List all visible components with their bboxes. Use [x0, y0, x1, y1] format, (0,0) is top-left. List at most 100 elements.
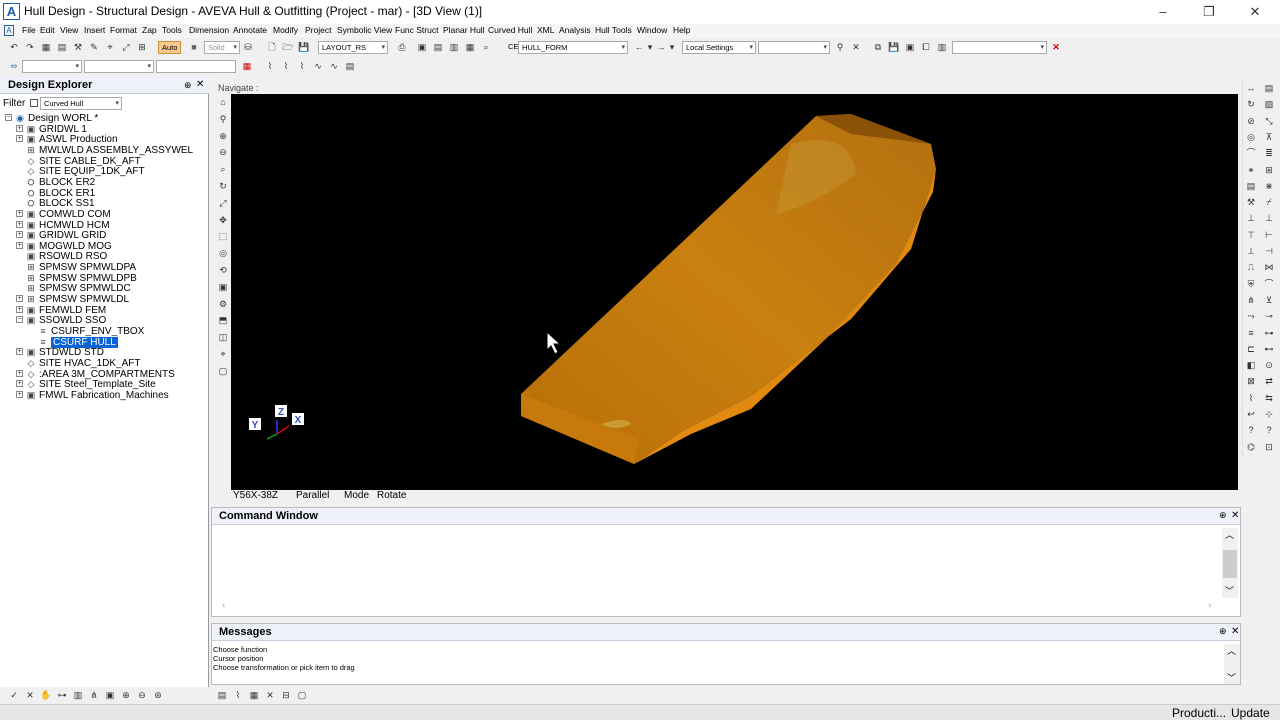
right-tool-b-icon[interactable]: ⋇: [1263, 180, 1275, 192]
bottom-tool-a-icon[interactable]: ⊛: [152, 689, 164, 701]
scroll-thumb[interactable]: [1223, 550, 1237, 578]
pointer-icon[interactable]: ⬄: [8, 60, 20, 72]
right-tool-a-icon[interactable]: ⚒: [1245, 196, 1257, 208]
right-tool-b-icon[interactable]: ⊼: [1263, 131, 1275, 143]
tree-item[interactable]: + ▣ COMWLD COM: [0, 209, 209, 220]
bottom-tool-b-icon[interactable]: ▤: [216, 689, 228, 701]
view-tool-icon[interactable]: ◫: [217, 331, 229, 343]
collapse-icon[interactable]: −: [16, 316, 23, 324]
model-alt-icon[interactable]: ▤: [432, 41, 444, 53]
right-tool-a-icon[interactable]: ⌒: [1245, 147, 1257, 159]
menu-modify[interactable]: Modify: [273, 25, 298, 35]
right-tool-a-icon[interactable]: ⌇: [1245, 392, 1257, 404]
right-tool-b-icon[interactable]: ⊢: [1263, 229, 1275, 241]
tree-item[interactable]: + ▣ GRIDWL GRID: [0, 230, 209, 241]
right-tool-b-icon[interactable]: ⊥: [1263, 212, 1275, 224]
expand-icon[interactable]: +: [16, 241, 23, 249]
menu-xml[interactable]: XML: [537, 25, 554, 35]
menu-func-struct[interactable]: Func Struct: [395, 25, 438, 35]
menu-dimension[interactable]: Dimension: [189, 25, 229, 35]
tree-item[interactable]: + ◇ SITE Steel_Template_Site: [0, 379, 209, 390]
grid-red-icon[interactable]: ▦: [241, 60, 253, 72]
solid-combo[interactable]: Solid ▾: [204, 41, 240, 54]
tree-item[interactable]: + ▣ MOGWLD MOG: [0, 241, 209, 252]
model-tool-icon[interactable]: ▣: [416, 41, 428, 53]
right-tool-b-icon[interactable]: ▧: [1263, 98, 1275, 110]
command-hscroll[interactable]: ‹ ›: [216, 600, 1222, 613]
3d-viewport[interactable]: Y Z X: [231, 94, 1238, 490]
scroll-down-icon[interactable]: ﹀: [1225, 584, 1234, 597]
menu-project[interactable]: Project: [305, 25, 331, 35]
menu-insert[interactable]: Insert: [84, 25, 105, 35]
expand-icon[interactable]: +: [16, 220, 23, 228]
view-tool-icon[interactable]: ⊕: [217, 130, 229, 142]
nav-combo-3[interactable]: [156, 60, 236, 73]
layout-combo[interactable]: LAYOUT_RS ▾: [318, 41, 388, 54]
tree-item[interactable]: + ▣ FMWL Fabrication_Machines: [0, 390, 209, 401]
right-tool-a-icon[interactable]: ≡: [1245, 327, 1257, 339]
expand-icon[interactable]: +: [16, 295, 23, 303]
msg-scroll-up-icon[interactable]: ︿: [1227, 644, 1236, 657]
right-tool-a-icon[interactable]: ⛨: [1245, 278, 1257, 290]
pick-tool-icon[interactable]: ⌖: [104, 41, 116, 53]
bottom-tool-b-icon[interactable]: ▢: [296, 689, 308, 701]
bottom-tool-b-icon[interactable]: ✕: [264, 689, 276, 701]
menu-help[interactable]: Help: [673, 25, 690, 35]
right-tool-a-icon[interactable]: ⊘: [1245, 115, 1257, 127]
right-tool-b-icon[interactable]: ≣: [1263, 147, 1275, 159]
curve-a-icon[interactable]: ⌇: [264, 60, 276, 72]
messages-close-icon[interactable]: ✕: [1231, 626, 1239, 637]
expand-icon[interactable]: +: [16, 209, 23, 217]
expand-icon[interactable]: +: [16, 369, 23, 377]
right-tool-a-icon[interactable]: ⊏: [1245, 343, 1257, 355]
bottom-tool-a-icon[interactable]: ⊕: [120, 689, 132, 701]
pin-icon[interactable]: ⊕: [184, 80, 192, 91]
right-tool-b-icon[interactable]: ?: [1263, 424, 1275, 436]
bottom-tool-a-icon[interactable]: ⊶: [56, 689, 68, 701]
right-tool-a-icon[interactable]: ⌬: [1245, 441, 1257, 453]
expand-icon[interactable]: +: [16, 305, 23, 313]
right-tool-b-icon[interactable]: ⊶: [1263, 327, 1275, 339]
messages-pin-icon[interactable]: ⊕: [1219, 626, 1227, 637]
menu-symbolic-view[interactable]: Symbolic View: [337, 25, 392, 35]
view-tool-icon[interactable]: ⌂: [217, 96, 229, 108]
view-tool-icon[interactable]: ⤢: [217, 197, 229, 209]
bottom-tool-a-icon[interactable]: ⊖: [136, 689, 148, 701]
tree-item[interactable]: + ▣ GRIDWL 1: [0, 124, 209, 135]
restore-button[interactable]: ❐: [1186, 0, 1232, 24]
new-file-icon[interactable]: 🗋: [266, 41, 278, 53]
tree-item[interactable]: ⊞ SPMSW SPMWLDPA: [0, 262, 209, 273]
tree-item[interactable]: + ▣ HCMWLD HCM: [0, 220, 209, 231]
curve-f-icon[interactable]: ▤: [344, 60, 356, 72]
expand-icon[interactable]: +: [16, 380, 23, 388]
right-tool-b-icon[interactable]: ⤡: [1263, 115, 1275, 127]
tree-item[interactable]: + ▣ STDWLD STD: [0, 347, 209, 358]
window-tile-icon[interactable]: ▣: [904, 41, 916, 53]
command-input-area[interactable]: [216, 528, 1226, 603]
copy-icon[interactable]: ⧉: [872, 41, 884, 53]
menu-edit[interactable]: Edit: [40, 25, 55, 35]
bottom-tool-b-icon[interactable]: ⌇: [232, 689, 244, 701]
scroll-up-icon[interactable]: ︿: [1225, 528, 1234, 541]
right-tool-b-icon[interactable]: ⊞: [1263, 164, 1275, 176]
bottom-tool-b-icon[interactable]: ▦: [248, 689, 260, 701]
close-button[interactable]: ✕: [1232, 0, 1278, 24]
view-tool-icon[interactable]: ⌕: [217, 163, 229, 175]
menu-curved-hull[interactable]: Curved Hull: [488, 25, 532, 35]
expand-icon[interactable]: +: [16, 124, 23, 132]
curve-b-icon[interactable]: ⌇: [280, 60, 292, 72]
command-combo[interactable]: ▾: [952, 41, 1047, 54]
bottom-tool-a-icon[interactable]: ✓: [8, 689, 20, 701]
command-vscroll[interactable]: ︿ ﹀: [1222, 528, 1238, 598]
messages-vscroll[interactable]: ︿ ﹀: [1224, 644, 1240, 684]
ce-combo[interactable]: HULL_FORM ▾: [518, 41, 628, 54]
bottom-tool-a-icon[interactable]: ▥: [72, 689, 84, 701]
view-tool-icon[interactable]: ⟲: [217, 264, 229, 276]
auto-button[interactable]: Auto: [158, 41, 182, 54]
tree-item[interactable]: ▣ RSOWLD RSO: [0, 251, 209, 262]
curve-c-icon[interactable]: ⌇: [296, 60, 308, 72]
tree-item[interactable]: + ⊞ SPMSW SPMWLDL: [0, 294, 209, 305]
explorer-close-icon[interactable]: ✕: [196, 79, 204, 90]
curve-d-icon[interactable]: ∿: [312, 60, 324, 72]
view-tool-icon[interactable]: ▥: [448, 41, 460, 53]
